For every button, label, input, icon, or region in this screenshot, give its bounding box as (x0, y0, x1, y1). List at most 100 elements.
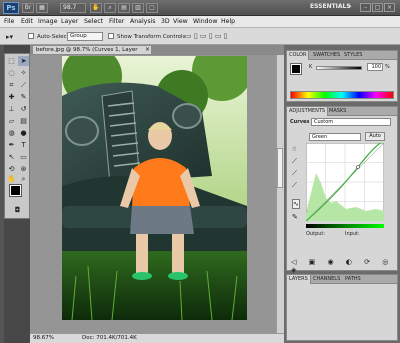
mini-bridge-icon[interactable]: ▦ (36, 3, 48, 13)
menu-filter[interactable]: Filter (109, 18, 124, 25)
maximize-icon[interactable]: □ (372, 3, 383, 12)
tab-paths[interactable]: PATHS (345, 276, 361, 282)
healing-brush-icon[interactable]: ✚ (6, 92, 17, 102)
document-tab[interactable]: before.jpg @ 98.7% (Curves 1, Layer Mask… (32, 45, 152, 61)
color-panel-tabs: COLOR SWATCHES STYLES (287, 51, 397, 60)
tab-layers[interactable]: LAYERS (287, 275, 311, 284)
eraser-tool-icon[interactable]: ▱ (6, 116, 17, 126)
photo-illustration (62, 56, 247, 320)
auto-select-checkbox[interactable] (28, 33, 34, 39)
curves-preset-dropdown[interactable]: Custom (311, 118, 391, 126)
quick-mask-icon[interactable]: ◘ (12, 205, 23, 215)
bridge-icon[interactable]: Br (22, 3, 34, 13)
tab-masks[interactable]: MASKS (329, 108, 346, 114)
curve-graph[interactable] (306, 143, 384, 221)
path-selection-icon[interactable]: ↖ (6, 152, 17, 162)
tab-color[interactable]: COLOR (287, 51, 310, 60)
eyedropper-tool-icon[interactable]: ⟋ (18, 80, 29, 90)
workspace-switcher[interactable]: ESSENTIALS (310, 3, 351, 10)
magic-wand-icon[interactable]: ✧ (18, 68, 29, 78)
tab-styles[interactable]: STYLES (344, 52, 362, 58)
color-panel: COLOR SWATCHES STYLES K 100 % (286, 50, 398, 102)
tab-channels[interactable]: CHANNELS (313, 276, 340, 282)
status-bar: 98.67% Doc: 701.4K/701.4K (30, 333, 284, 343)
zoom-tool-icon[interactable]: ⌕ (104, 3, 116, 13)
foreground-color-swatch[interactable] (9, 184, 22, 197)
curve-adjust-icon[interactable]: ☝ (292, 145, 296, 153)
color-fg-swatch[interactable] (290, 63, 302, 75)
white-point-eyedropper-icon[interactable]: ⟋ (292, 181, 297, 190)
menu-help[interactable]: Help (221, 18, 235, 25)
menu-edit[interactable]: Edit (21, 18, 33, 25)
curves-title: Curves (290, 119, 310, 125)
menu-select[interactable]: Select (84, 18, 103, 25)
align-icons[interactable]: ▭ ▯ ▭ ▯ ▭ ▯ (185, 32, 228, 40)
move-tool-icon[interactable]: ➤ (18, 56, 29, 66)
photo-canvas[interactable] (62, 56, 247, 320)
menu-image[interactable]: Image (38, 18, 57, 25)
options-bar: ▸▾ Auto-Select: Group Show Transform Con… (0, 28, 400, 45)
document-scroll-thumb[interactable] (277, 148, 283, 188)
pencil-mode-icon[interactable]: ✎ (292, 213, 298, 221)
black-point-eyedropper-icon[interactable]: ⟋ (292, 157, 297, 166)
close-document-icon[interactable]: × (145, 46, 150, 54)
adjustments-panel: ADJUSTMENTS MASKS Curves Custom Green Au… (286, 106, 398, 274)
k-value-field[interactable]: 100 (367, 63, 383, 71)
view-extras-icon[interactable]: ▤ (118, 3, 130, 13)
document-vertical-scrollbar[interactable] (276, 55, 284, 333)
hand-tool-icon[interactable]: ✋ (90, 3, 102, 13)
close-icon[interactable]: × (384, 3, 395, 12)
show-transform-label: Show Transform Controls (117, 34, 186, 40)
menu-analysis[interactable]: Analysis (130, 18, 156, 25)
dodge-tool-icon[interactable]: ● (18, 128, 29, 138)
title-bar: Ps Br ▦ 98.7 ✋ ⌕ ▤ ▥ ▢ ESSENTIALS » – □ × (0, 0, 400, 16)
show-transform-checkbox[interactable] (108, 33, 114, 39)
clone-stamp-icon[interactable]: ⊥ (6, 104, 17, 114)
k-unit: % (385, 64, 390, 70)
workspace-arrow-icon[interactable]: » (348, 3, 352, 10)
gradient-tool-icon[interactable]: ▤ (18, 116, 29, 126)
marquee-tool-icon[interactable]: ⬚ (6, 56, 17, 66)
auto-select-dropdown[interactable]: Group (67, 32, 103, 41)
3d-orbit-icon[interactable]: ⊛ (18, 164, 29, 174)
crop-tool-icon[interactable]: ⌗ (6, 80, 17, 90)
menu-window[interactable]: Window (193, 18, 217, 25)
color-ramp[interactable] (290, 91, 394, 99)
3d-rotate-icon[interactable]: ⟲ (6, 164, 17, 174)
adjustments-panel-tabs: ADJUSTMENTS MASKS (287, 107, 397, 116)
status-zoom[interactable]: 98.67% (33, 334, 54, 343)
auto-button[interactable]: Auto (365, 132, 385, 141)
pen-tool-icon[interactable]: ✒ (6, 140, 17, 150)
curves-channel-dropdown[interactable]: Green (309, 133, 361, 141)
zoom-tool-icon-2[interactable]: ⌕ (18, 174, 29, 184)
curve-point-mode-icon[interactable]: ∿ (292, 199, 300, 209)
history-brush-icon[interactable]: ↺ (18, 104, 29, 114)
gray-point-eyedropper-icon[interactable]: ⟋ (292, 169, 297, 178)
color-slider-label: K (309, 64, 313, 70)
status-doc-size: Doc: 701.4K/701.4K (82, 335, 137, 341)
arrange-documents-icon[interactable]: ▥ (132, 3, 144, 13)
toolbox: ⬚ ➤ ◌ ✧ ⌗ ⟋ ✚ ✎ ⊥ ↺ ▱ ▤ ◍ ● ✒ T ↖ ▭ ⟲ ⊛ … (4, 53, 30, 219)
minimize-icon[interactable]: – (360, 3, 371, 12)
menu-file[interactable]: File (4, 18, 14, 25)
photoshop-window: Ps Br ▦ 98.7 ✋ ⌕ ▤ ▥ ▢ ESSENTIALS » – □ × … (0, 0, 400, 343)
input-label: Input: (345, 231, 360, 237)
move-tool-preset-icon[interactable]: ▸▾ (6, 33, 13, 41)
shape-tool-icon[interactable]: ▭ (18, 152, 29, 162)
lasso-tool-icon[interactable]: ◌ (6, 68, 17, 78)
brush-tool-icon[interactable]: ✎ (18, 92, 29, 102)
tab-swatches[interactable]: SWATCHES (313, 52, 340, 58)
type-tool-icon[interactable]: T (18, 140, 29, 150)
menu-view[interactable]: View (173, 18, 188, 25)
zoom-level-field[interactable]: 98.7 (60, 3, 86, 13)
menu-bar: File Edit Image Layer Select Filter Anal… (0, 16, 400, 28)
screen-mode-icon[interactable]: ▢ (146, 3, 158, 13)
menu-3d[interactable]: 3D (161, 18, 170, 25)
k-slider[interactable] (316, 66, 362, 70)
input-gradient-bar (306, 224, 384, 228)
blur-tool-icon[interactable]: ◍ (6, 128, 17, 138)
hand-tool-icon-2[interactable]: ✋ (6, 174, 17, 184)
tab-adjustments[interactable]: ADJUSTMENTS (287, 107, 329, 116)
adjustment-panel-actions[interactable]: ◁ ▣ ◉ ◐ ⟳ ◎ ◈ (291, 258, 397, 274)
menu-layer[interactable]: Layer (61, 18, 78, 25)
